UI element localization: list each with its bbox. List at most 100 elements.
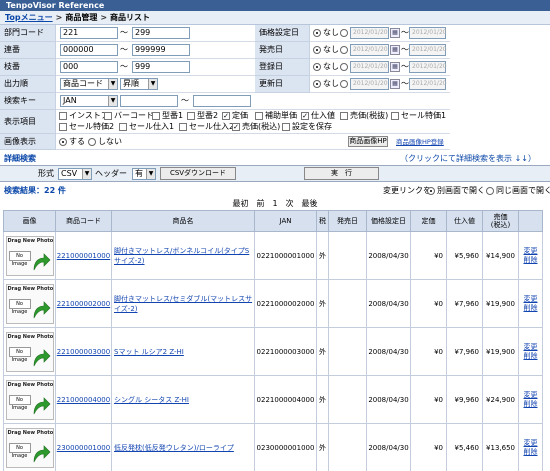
sale-date-none-radio[interactable] — [313, 46, 321, 54]
product-code-link[interactable]: 230000001000 — [57, 444, 110, 452]
delete-link[interactable]: 削除 — [524, 304, 538, 312]
search-key-select[interactable]: JAN ▼ — [60, 95, 118, 107]
reg-date-none-radio[interactable] — [313, 63, 321, 71]
product-code-cell[interactable]: 221000003000 — [55, 327, 112, 376]
edit-link[interactable]: 変更 — [524, 391, 538, 399]
product-name-cell[interactable]: 低反発枕(低反発ウレタン)/ローライプ — [111, 423, 255, 471]
pager-text[interactable]: 最初 前 1 次 最後 — [232, 199, 317, 208]
checkbox-barcode[interactable] — [104, 112, 112, 120]
checkbox-model2[interactable] — [187, 112, 195, 120]
sale-date-from[interactable]: 2012/01/20 — [350, 44, 389, 56]
delete-link[interactable]: 削除 — [524, 352, 538, 360]
detail-search-title[interactable]: 詳細検索 — [4, 153, 36, 164]
open-same-window-radio[interactable] — [486, 187, 494, 195]
calendar-icon[interactable]: ▦ — [390, 28, 400, 38]
product-name-link[interactable]: 脚付きマットレス/ボンネルコイル(タイプSサイズ-2) — [114, 247, 249, 265]
checkbox-sale-cost1[interactable] — [119, 123, 127, 131]
product-name-cell[interactable]: Sマット ルシア2 Z-HI — [111, 327, 255, 376]
calendar-icon[interactable]: ▦ — [390, 79, 400, 89]
update-date-to[interactable]: 2012/01/20 — [409, 78, 447, 90]
search-key-from-input[interactable] — [120, 95, 178, 107]
execute-button[interactable]: 実 行 — [304, 167, 379, 180]
checkbox-sale-cost2[interactable] — [179, 123, 187, 131]
checkbox-save-settings[interactable] — [282, 123, 290, 131]
detail-search-row[interactable]: 詳細検索 （クリックにて詳細検索を表示 ↓↓） — [0, 150, 550, 166]
checkbox-sale1[interactable] — [391, 112, 399, 120]
product-code-cell[interactable]: 221000002000 — [55, 279, 112, 328]
checkbox-aux-price[interactable] — [255, 112, 263, 120]
product-code-link[interactable]: 221000003000 — [57, 348, 110, 356]
product-name-cell[interactable]: 脚付きマットレス/セミダブル(マットレスサイズ-2) — [111, 279, 255, 328]
product-image-hp-register-link[interactable]: 商品画像HP登録 — [396, 137, 444, 147]
serial-from-input[interactable]: 000000 — [60, 44, 118, 56]
price-date-to[interactable]: 2012/01/20 — [409, 27, 447, 39]
product-name-cell[interactable]: 脚付きマットレス/ボンネルコイル(タイプSサイズ-2) — [111, 231, 255, 280]
image-display-yes-radio[interactable] — [59, 138, 67, 146]
breadcrumb-top-link[interactable]: Topメニュー — [5, 13, 53, 22]
edit-link[interactable]: 変更 — [524, 247, 538, 255]
product-image-dropzone[interactable]: Drag New Photo No Image — [5, 331, 54, 372]
pager[interactable]: 最初 前 1 次 最後 — [0, 198, 550, 210]
product-name-link[interactable]: シングル シータス Z-HI — [114, 396, 189, 404]
edit-link[interactable]: 変更 — [524, 439, 538, 447]
edit-link[interactable]: 変更 — [524, 295, 538, 303]
reg-date-to[interactable]: 2012/01/20 — [409, 61, 447, 73]
product-name-link[interactable]: Sマット ルシア2 Z-HI — [114, 348, 184, 356]
image-display-no-radio[interactable] — [88, 138, 96, 146]
image-cell[interactable]: Drag New Photo No Image — [3, 423, 56, 471]
product-code-cell[interactable]: 221000004000 — [55, 375, 112, 424]
update-date-range-radio[interactable] — [340, 80, 348, 88]
open-new-window-radio[interactable] — [427, 187, 435, 195]
product-image-dropzone[interactable]: Drag New Photo No Image — [5, 379, 54, 420]
search-key-to-input[interactable] — [193, 95, 251, 107]
product-code-link[interactable]: 221000002000 — [57, 300, 110, 308]
edit-link[interactable]: 変更 — [524, 343, 538, 351]
calendar-icon[interactable]: ▦ — [390, 45, 400, 55]
product-image-dropzone[interactable]: Drag New Photo No Image — [5, 283, 54, 324]
product-code-link[interactable]: 221000004000 — [57, 396, 110, 404]
price-date-from[interactable]: 2012/01/20 — [350, 27, 389, 39]
update-date-from[interactable]: 2012/01/20 — [350, 78, 389, 90]
product-image-hp-button[interactable]: 商品画像HP — [348, 136, 388, 147]
image-cell[interactable]: Drag New Photo No Image — [3, 279, 56, 328]
price-date-none-radio[interactable] — [313, 29, 321, 37]
csv-download-button[interactable]: CSVダウンロード — [160, 167, 236, 180]
checkbox-price-ex-tax[interactable] — [340, 112, 348, 120]
reg-date-from[interactable]: 2012/01/20 — [350, 61, 389, 73]
sale-date-to[interactable]: 2012/01/20 — [409, 44, 447, 56]
dept-from-input[interactable]: 221 — [60, 27, 118, 39]
order-select[interactable]: 商品コード ▼ — [60, 78, 118, 90]
delete-link[interactable]: 削除 — [524, 448, 538, 456]
product-code-link[interactable]: 221000001000 — [57, 252, 110, 260]
product-code-cell[interactable]: 221000001000 — [55, 231, 112, 280]
reg-date-range-radio[interactable] — [340, 63, 348, 71]
product-image-dropzone[interactable]: Drag New Photo No Image — [5, 235, 54, 276]
update-date-none-radio[interactable] — [313, 80, 321, 88]
price-date-range-radio[interactable] — [340, 29, 348, 37]
product-image-dropzone[interactable]: Drag New Photo No Image — [5, 427, 54, 468]
checkbox-price-inc-tax[interactable] — [232, 123, 240, 131]
branch-from-input[interactable]: 000 — [60, 61, 118, 73]
product-name-link[interactable]: 低反発枕(低反発ウレタン)/ローライプ — [114, 444, 234, 452]
image-cell[interactable]: Drag New Photo No Image — [3, 375, 56, 424]
delete-link[interactable]: 削除 — [524, 400, 538, 408]
serial-to-input[interactable]: 999999 — [132, 44, 190, 56]
product-code-cell[interactable]: 230000001000 — [55, 423, 112, 471]
sale-date-range-radio[interactable] — [340, 46, 348, 54]
checkbox-instore[interactable] — [59, 112, 67, 120]
order-direction-select[interactable]: 昇順 ▼ — [120, 78, 158, 90]
checkbox-list-price[interactable] — [222, 112, 230, 120]
format-select[interactable]: CSV ▼ — [58, 168, 92, 180]
header-select[interactable]: 有 ▼ — [132, 168, 156, 180]
detail-search-hint[interactable]: （クリックにて詳細検索を表示 ↓↓） — [400, 153, 536, 164]
dept-to-input[interactable]: 299 — [132, 27, 190, 39]
checkbox-model1[interactable] — [152, 112, 160, 120]
checkbox-sale2[interactable] — [59, 123, 67, 131]
image-cell[interactable]: Drag New Photo No Image — [3, 231, 56, 280]
product-name-link[interactable]: 脚付きマットレス/セミダブル(マットレスサイズ-2) — [114, 295, 252, 313]
product-name-cell[interactable]: シングル シータス Z-HI — [111, 375, 255, 424]
image-cell[interactable]: Drag New Photo No Image — [3, 327, 56, 376]
delete-link[interactable]: 削除 — [524, 256, 538, 264]
branch-to-input[interactable]: 999 — [132, 61, 190, 73]
calendar-icon[interactable]: ▦ — [390, 62, 400, 72]
